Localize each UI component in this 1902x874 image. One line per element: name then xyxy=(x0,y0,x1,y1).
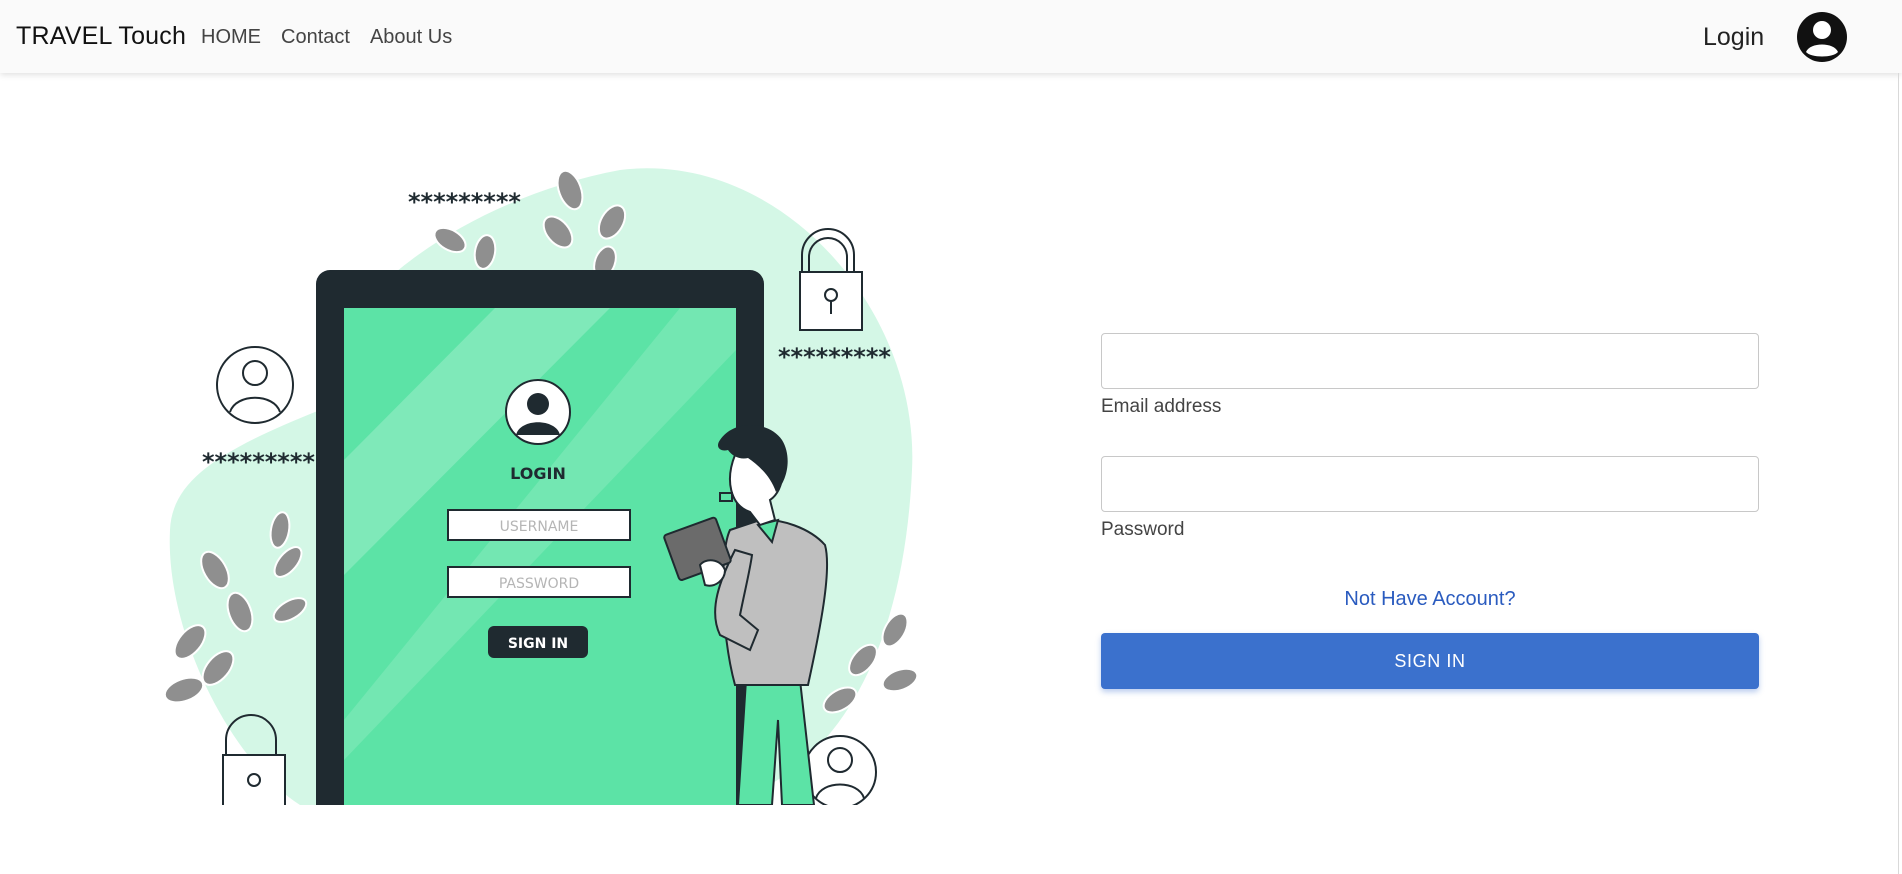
user-circle-bottom-icon xyxy=(803,735,877,805)
login-form: Email address Password Not Have Account?… xyxy=(1101,333,1759,689)
email-label: Email address xyxy=(1101,396,1222,417)
screen-signin-label: SIGN IN xyxy=(508,636,568,652)
screen-password-placeholder: PASSWORD xyxy=(499,576,579,592)
password-input[interactable] xyxy=(1102,457,1758,511)
screen-avatar-icon xyxy=(505,379,571,445)
password-label: Password xyxy=(1101,519,1185,540)
page-edge-divider xyxy=(1898,73,1899,874)
sign-in-button[interactable]: SIGN IN xyxy=(1101,633,1759,689)
screen-username-placeholder: USERNAME xyxy=(500,519,579,535)
nav-home-link[interactable]: HOME xyxy=(201,26,261,49)
user-circle-icon[interactable] xyxy=(1796,11,1848,63)
login-illustration: ********* ********* ********* LOGIN USER… xyxy=(160,160,920,805)
nav-links: HOME Contact About Us xyxy=(201,26,472,49)
password-stars-right: ********* xyxy=(778,343,891,371)
not-have-account-link[interactable]: Not Have Account? xyxy=(1101,588,1759,611)
screen-login-title: LOGIN xyxy=(510,464,566,483)
navbar: TRAVEL Touch HOME Contact About Us Login xyxy=(0,0,1902,73)
password-field[interactable] xyxy=(1101,456,1759,512)
password-stars-left: ********* xyxy=(202,448,315,476)
email-field[interactable] xyxy=(1101,333,1759,389)
user-circle-left-icon xyxy=(216,346,294,424)
email-input[interactable] xyxy=(1102,334,1758,388)
nav-contact-link[interactable]: Contact xyxy=(281,26,350,49)
nav-about-link[interactable]: About Us xyxy=(370,26,452,49)
nav-login-link[interactable]: Login xyxy=(1703,23,1764,52)
brand-logo[interactable]: TRAVEL Touch xyxy=(16,22,186,51)
password-stars-top: ********* xyxy=(408,188,521,216)
